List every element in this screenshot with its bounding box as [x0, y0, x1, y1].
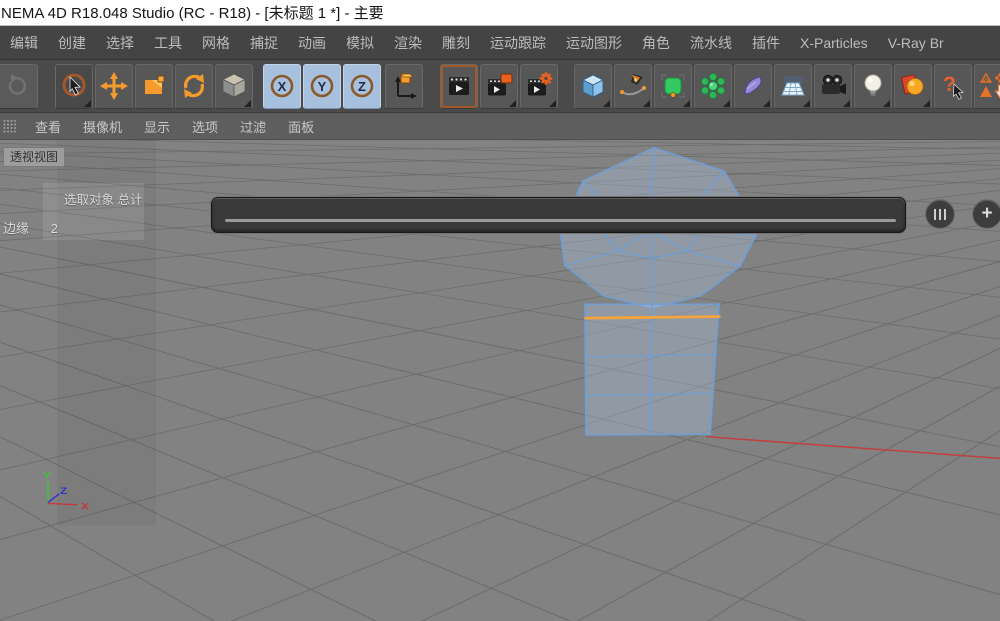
hud-grip-button[interactable] [925, 199, 955, 229]
menu-plugins[interactable]: 插件 [742, 33, 790, 53]
menu-mograph[interactable]: 运动图形 [556, 33, 632, 53]
viewport-menu-bar: 查看 摄像机 显示 选项 过滤 面板 [0, 113, 1000, 140]
floor-button[interactable] [774, 64, 812, 109]
rotate-tool-button[interactable] [175, 64, 213, 109]
plus-icon: + [981, 204, 992, 223]
light-button[interactable] [854, 64, 892, 109]
live-selection-button[interactable] [55, 64, 93, 109]
gizmo-y-label: Y [43, 471, 51, 481]
coordinate-cube-icon [219, 71, 249, 101]
help-icon: ? [938, 71, 968, 101]
selection-type-label: 边缘 [3, 221, 29, 236]
render-picture-viewer-icon [484, 71, 514, 101]
menu-mesh[interactable]: 网格 [192, 33, 240, 53]
menu-vray-bridge[interactable]: V-Ray Br [878, 35, 954, 51]
viewport-menu-grip-icon[interactable] [2, 118, 18, 134]
sky-icon [898, 71, 928, 101]
undo-icon [1, 71, 31, 101]
menu-animate[interactable]: 动画 [288, 33, 336, 53]
menu-motion-tracker[interactable]: 运动跟踪 [480, 33, 556, 53]
grip-icon [934, 209, 936, 220]
array-generator-button[interactable] [694, 64, 732, 109]
hud-add-button[interactable]: + [972, 199, 1000, 229]
render-view-button[interactable] [440, 64, 478, 109]
vp-menu-view[interactable]: 查看 [24, 117, 72, 136]
undo-button[interactable] [0, 64, 38, 109]
sky-button[interactable] [894, 64, 932, 109]
grip-icon [944, 209, 946, 220]
menu-character[interactable]: 角色 [632, 33, 680, 53]
grip-icon [939, 209, 941, 220]
render-settings-button[interactable] [520, 64, 558, 109]
hud-slider-bar[interactable] [211, 197, 906, 233]
render-picture-viewer-button[interactable] [480, 64, 518, 109]
vp-menu-options[interactable]: 选项 [181, 117, 229, 136]
selected-edge[interactable] [586, 317, 719, 319]
camera-button[interactable] [814, 64, 852, 109]
y-axis-lock-button[interactable]: Y [303, 64, 341, 109]
live-selection-icon [59, 71, 89, 101]
viewport-view-label[interactable]: 透视视图 [3, 147, 65, 167]
render-settings-icon [524, 71, 554, 101]
menu-simulate[interactable]: 模拟 [336, 33, 384, 53]
spline-pen-button[interactable] [614, 64, 652, 109]
menu-snap[interactable]: 捕捉 [240, 33, 288, 53]
subdivision-surface-icon [658, 71, 688, 101]
menu-edit[interactable]: 编辑 [0, 33, 48, 53]
status-hint-text: 选取对象 总计 [64, 189, 142, 208]
render-view-icon [444, 71, 474, 101]
menu-sculpt[interactable]: 雕刻 [432, 33, 480, 53]
x-particles-icon [978, 71, 1000, 101]
help-button[interactable]: ? [934, 64, 972, 109]
menu-render[interactable]: 渲染 [384, 33, 432, 53]
window-title: NEMA 4D R18.048 Studio (RC - R18) - [未标题… [0, 2, 384, 23]
rotate-icon [179, 71, 209, 101]
cube-primitive-icon [578, 71, 608, 101]
z-axis-lock-icon: Z [347, 71, 377, 101]
x-axis-lock-icon: X [267, 71, 297, 101]
camera-icon [818, 71, 848, 101]
hud-slider-track[interactable] [225, 219, 896, 222]
menu-select[interactable]: 选择 [96, 33, 144, 53]
deformer-button[interactable] [734, 64, 772, 109]
menu-x-particles[interactable]: X-Particles [790, 35, 878, 51]
x-particles-button[interactable] [974, 64, 1000, 109]
vp-menu-display[interactable]: 显示 [133, 117, 181, 136]
title-bar: NEMA 4D R18.048 Studio (RC - R18) - [未标题… [0, 0, 1000, 26]
vp-menu-panel[interactable]: 面板 [277, 117, 325, 136]
selection-count-value: 2 [51, 221, 58, 236]
coordinate-system-cube-button[interactable] [215, 64, 253, 109]
menu-create[interactable]: 创建 [48, 33, 96, 53]
subdivision-surface-button[interactable] [654, 64, 692, 109]
move-tool-button[interactable] [95, 64, 133, 109]
vp-menu-filter[interactable]: 过滤 [229, 117, 277, 136]
menu-pipeline[interactable]: 流水线 [680, 33, 742, 53]
main-menu-bar: 编辑 创建 选择 工具 网格 捕捉 动画 模拟 渲染 雕刻 运动跟踪 运动图形 … [0, 26, 1000, 60]
floor-icon [778, 71, 808, 101]
main-toolbar: X Y Z [0, 60, 1000, 113]
perspective-viewport[interactable]: Y Z X 透视视图 选取对象 总计 边缘 2 + [0, 140, 1000, 621]
light-icon [858, 71, 888, 101]
z-axis-lock-button[interactable]: Z [343, 64, 381, 109]
scale-tool-button[interactable] [135, 64, 173, 109]
deformer-icon [738, 71, 768, 101]
spline-pen-icon [618, 71, 648, 101]
scale-icon [139, 71, 169, 101]
x-axis-lock-button[interactable]: X [263, 64, 301, 109]
x-axis-letter: X [278, 79, 287, 94]
vp-menu-camera[interactable]: 摄像机 [72, 117, 133, 136]
menu-tools[interactable]: 工具 [144, 33, 192, 53]
cinema4d-window: NEMA 4D R18.048 Studio (RC - R18) - [未标题… [0, 0, 1000, 621]
y-axis-letter: Y [318, 79, 327, 94]
z-axis-letter: Z [358, 79, 366, 94]
array-generator-icon [698, 71, 728, 101]
move-icon [99, 71, 129, 101]
add-cube-button[interactable] [574, 64, 612, 109]
y-axis-lock-icon: Y [307, 71, 337, 101]
selection-count: 边缘 2 [3, 218, 58, 237]
coordinate-system-toggle-button[interactable] [385, 64, 423, 109]
world-axes-icon [389, 71, 419, 101]
